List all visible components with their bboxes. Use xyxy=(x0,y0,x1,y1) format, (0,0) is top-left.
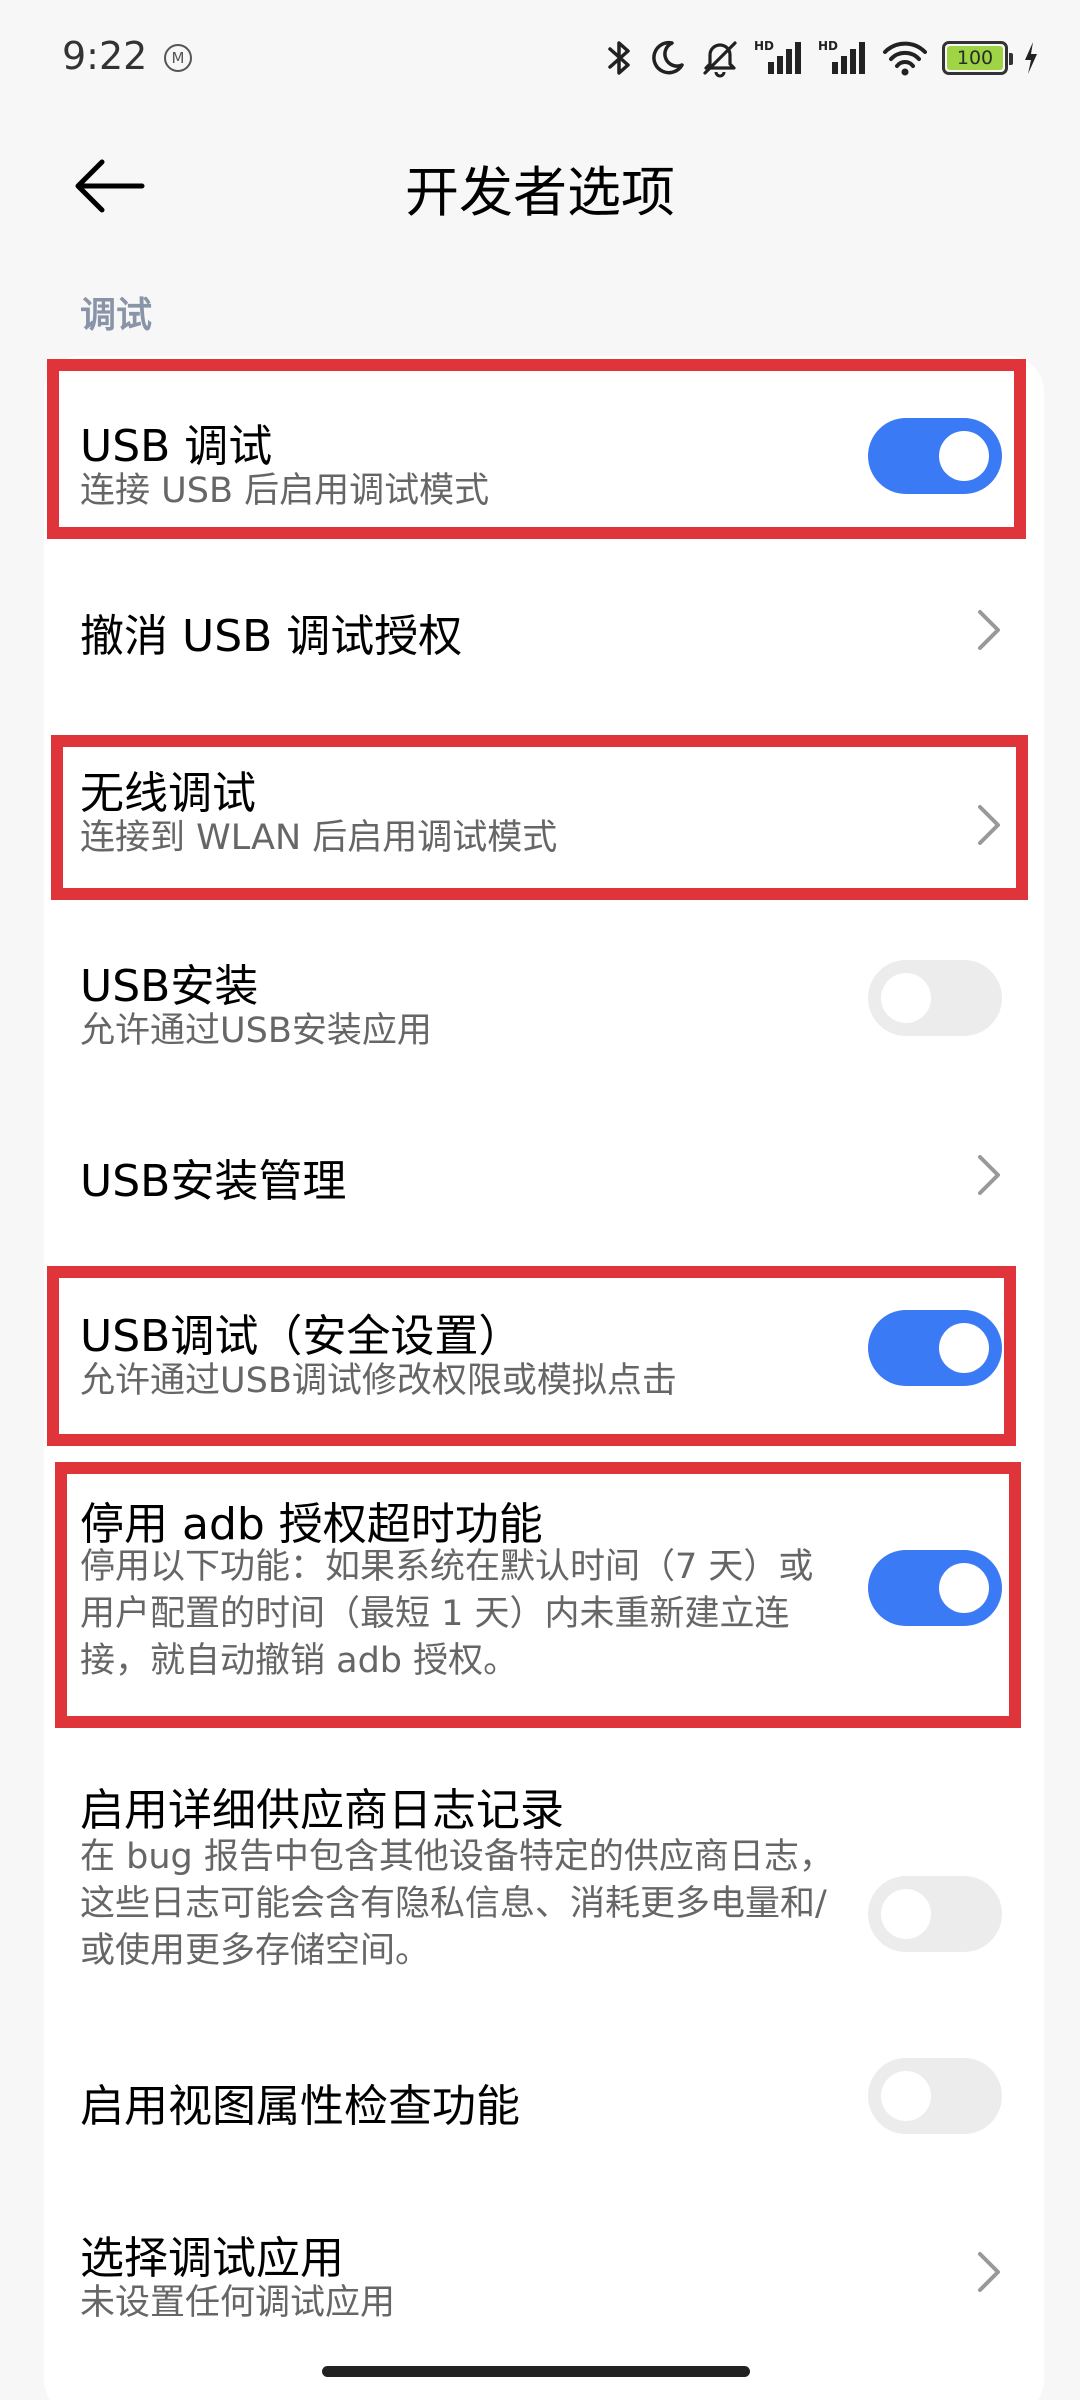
item-title: USB安装 xyxy=(80,961,259,1012)
usb-debugging-security-toggle[interactable] xyxy=(868,1310,1002,1386)
usb-install-item[interactable]: USB安装 允许通过USB安装应用 xyxy=(0,920,1080,1080)
mute-icon xyxy=(703,41,737,78)
wifi-icon xyxy=(883,41,927,76)
item-title: 停用 adb 授权超时功能 xyxy=(80,1499,543,1550)
view-attribute-inspection-item[interactable]: 启用视图属性检查功能 xyxy=(0,2030,1080,2170)
usb-debugging-item[interactable]: USB 调试 连接 USB 后启用调试模式 xyxy=(0,380,1080,540)
item-title: USB安装管理 xyxy=(80,1156,347,1207)
item-subtitle: 连接 USB 后启用调试模式 xyxy=(80,471,490,511)
item-subtitle: 停用以下功能：如果系统在默认时间（7 天）或用户配置的时间（最短 1 天）内未重… xyxy=(80,1547,814,1681)
item-subtitle: 允许通过USB调试修改权限或模拟点击 xyxy=(80,1361,677,1401)
item-title: USB调试（安全设置） xyxy=(80,1311,523,1362)
signal-hd-icon: HD xyxy=(818,39,865,74)
chevron-right-icon xyxy=(978,610,1000,650)
item-subtitle: 未设置任何调试应用 xyxy=(80,2283,396,2323)
revoke-usb-debugging-item[interactable]: 撤消 USB 调试授权 xyxy=(0,560,1080,700)
battery-icon: 100 xyxy=(942,41,1013,75)
item-title: 启用详细供应商日志记录 xyxy=(80,1785,564,1836)
select-debug-app-item[interactable]: 选择调试应用 未设置任何调试应用 xyxy=(0,2210,1080,2360)
item-title: USB 调试 xyxy=(80,421,273,472)
page-title: 开发者选项 xyxy=(405,161,675,224)
status-bar: 9:22 M HD HD 100 xyxy=(0,0,1080,118)
item-title: 启用视图属性检查功能 xyxy=(80,2081,520,2132)
item-subtitle: 允许通过USB安装应用 xyxy=(80,1011,432,1051)
svg-text:HD: HD xyxy=(754,39,774,53)
verbose-vendor-logging-toggle[interactable] xyxy=(868,1876,1002,1952)
item-title: 选择调试应用 xyxy=(80,2233,344,2284)
bluetooth-icon xyxy=(608,41,630,75)
status-icons: HD HD 100 xyxy=(604,34,1040,82)
chevron-right-icon xyxy=(978,2252,1000,2292)
notification-badge-icon: M xyxy=(164,44,192,72)
disable-adb-timeout-toggle[interactable] xyxy=(868,1550,1002,1626)
wireless-debugging-item[interactable]: 无线调试 连接到 WLAN 后启用调试模式 xyxy=(0,735,1080,895)
app-header: 开发者选项 xyxy=(0,118,1080,248)
svg-text:HD: HD xyxy=(818,39,838,53)
usb-install-management-item[interactable]: USB安装管理 xyxy=(0,1105,1080,1245)
signal-hd-icon: HD xyxy=(754,39,801,74)
developer-options-screen: 9:22 M HD HD 100 开发者选项 调试 USB 调试 连接 USB … xyxy=(0,0,1080,2400)
usb-install-toggle[interactable] xyxy=(868,960,1002,1036)
charging-icon xyxy=(1025,42,1037,74)
disable-adb-timeout-item[interactable]: 停用 adb 授权超时功能 停用以下功能：如果系统在默认时间（7 天）或用户配置… xyxy=(0,1470,1080,1710)
item-subtitle: 在 bug 报告中包含其他设备特定的供应商日志，这些日志可能会含有隐私信息、消耗… xyxy=(80,1837,834,1971)
battery-level: 100 xyxy=(956,47,994,69)
moon-icon xyxy=(652,40,684,75)
item-title: 撤消 USB 调试授权 xyxy=(80,611,463,662)
usb-debugging-toggle[interactable] xyxy=(868,418,1002,494)
chevron-right-icon xyxy=(978,1155,1000,1195)
section-label: 调试 xyxy=(80,295,153,336)
home-indicator[interactable] xyxy=(322,2366,750,2377)
chevron-right-icon xyxy=(978,805,1000,845)
item-subtitle: 连接到 WLAN 后启用调试模式 xyxy=(80,818,558,858)
item-title: 无线调试 xyxy=(80,768,256,819)
usb-debugging-security-item[interactable]: USB调试（安全设置） 允许通过USB调试修改权限或模拟点击 xyxy=(0,1278,1080,1438)
status-time: 9:22 xyxy=(62,34,148,78)
verbose-vendor-logging-item[interactable]: 启用详细供应商日志记录 在 bug 报告中包含其他设备特定的供应商日志，这些日志… xyxy=(0,1760,1080,2000)
view-attribute-inspection-toggle[interactable] xyxy=(868,2058,1002,2134)
